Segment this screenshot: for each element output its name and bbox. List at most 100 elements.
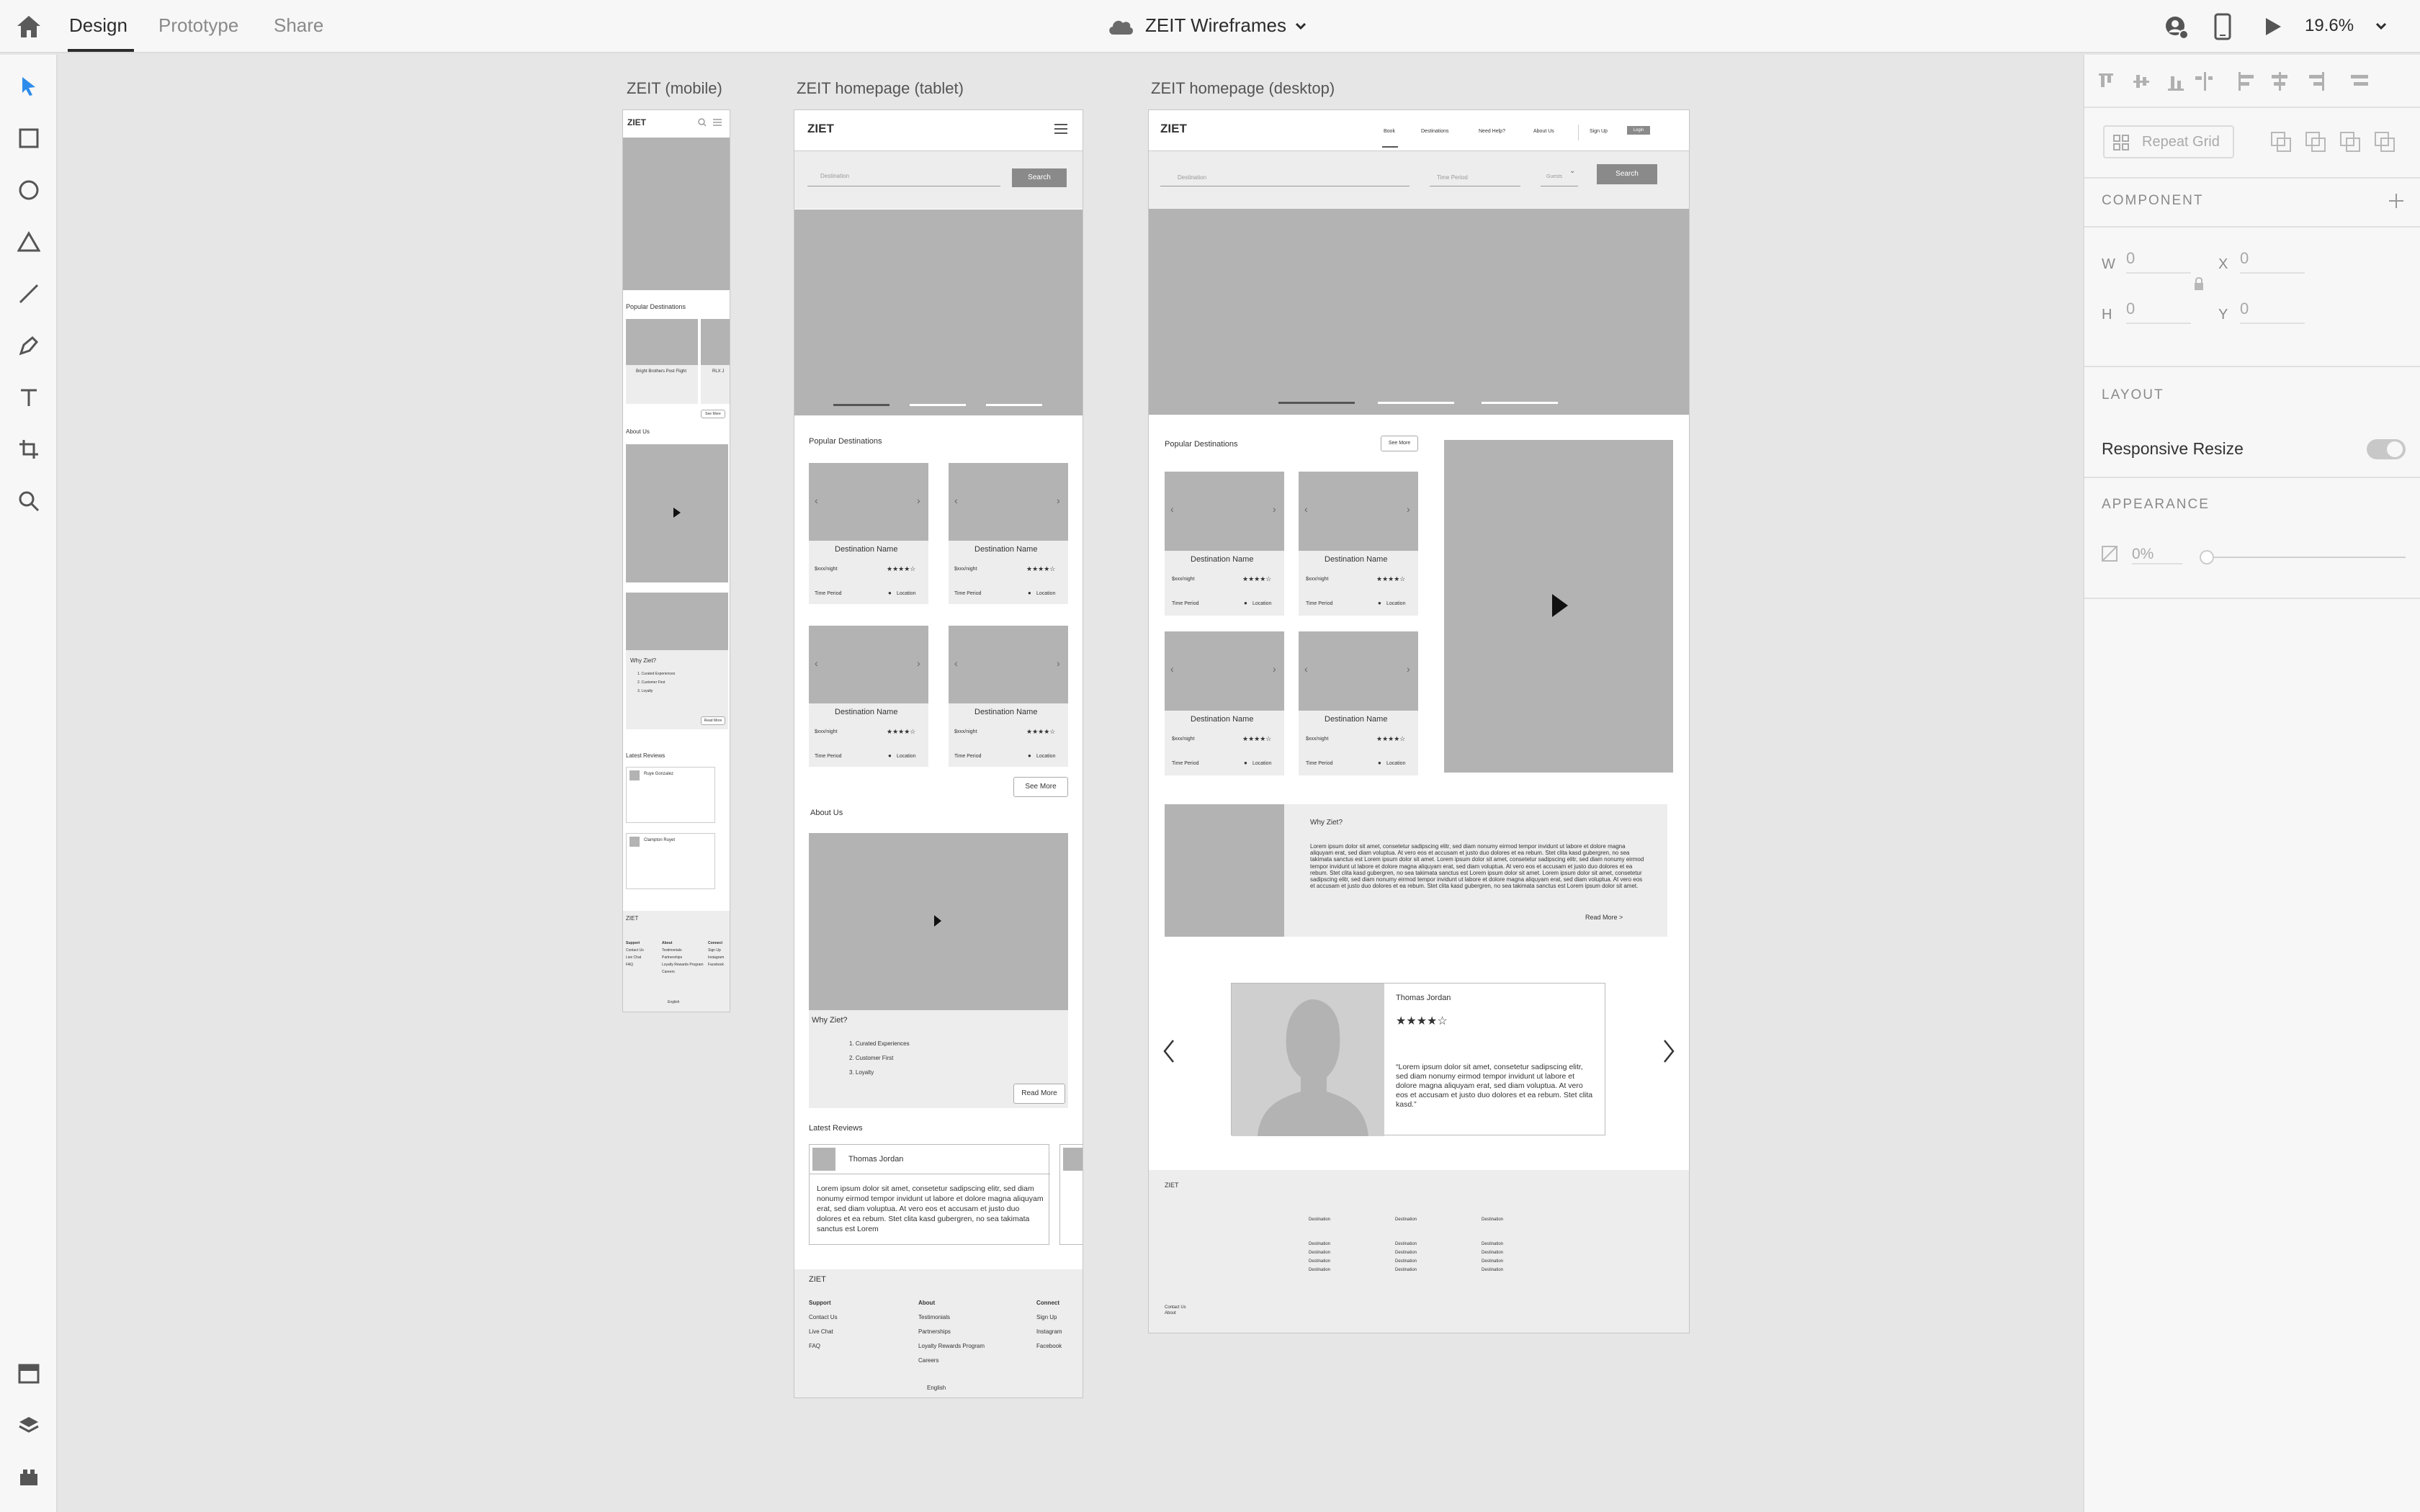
- polygon-icon[interactable]: [14, 228, 43, 256]
- play-icon[interactable]: [2262, 16, 2283, 37]
- see-more-button[interactable]: See More: [1381, 436, 1418, 451]
- mobile-preview-icon[interactable]: [2214, 13, 2231, 40]
- footer-link[interactable]: Facebook: [1036, 1343, 1062, 1349]
- x-field[interactable]: 0: [2240, 249, 2305, 274]
- chevron-down-icon[interactable]: [2374, 19, 2388, 33]
- footer-link[interactable]: Live Chat: [626, 955, 641, 960]
- chevron-left-icon[interactable]: ‹: [1304, 663, 1308, 675]
- opacity-field[interactable]: 0%: [2132, 546, 2182, 564]
- carousel-dot[interactable]: [1378, 402, 1454, 404]
- chevron-left-icon[interactable]: ‹: [815, 657, 818, 669]
- destination-card[interactable]: ‹ › Destination Name $xxx/night ★★★★☆ Ti…: [809, 463, 928, 604]
- artboard-desktop[interactable]: ZIET Book Destinations Need Help? About …: [1148, 109, 1690, 1333]
- footer-link[interactable]: Destination: [1482, 1242, 1503, 1246]
- search-icon[interactable]: [698, 117, 707, 127]
- chevron-left-icon[interactable]: ‹: [1304, 503, 1308, 515]
- read-more-button[interactable]: Read More: [701, 716, 725, 725]
- line-icon[interactable]: [14, 279, 43, 308]
- chevron-right-icon[interactable]: ›: [1273, 503, 1276, 515]
- footer-link[interactable]: Partnerships: [662, 955, 682, 960]
- destination-card[interactable]: ‹ › Destination Name $xxx/night ★★★★☆ Ti…: [949, 626, 1068, 767]
- chevron-left-icon[interactable]: ‹: [954, 495, 958, 506]
- chevron-right-icon[interactable]: ›: [1057, 657, 1060, 669]
- footer-link[interactable]: Testimonials: [662, 948, 682, 953]
- repeat-grid-button[interactable]: Repeat Grid: [2103, 125, 2234, 158]
- footer-link[interactable]: Destination: [1482, 1268, 1503, 1272]
- home-icon[interactable]: [16, 14, 42, 39]
- footer-link[interactable]: Destination: [1395, 1259, 1417, 1264]
- footer-link[interactable]: Loyalty Rewards Program: [918, 1343, 985, 1349]
- menu-icon[interactable]: [1054, 123, 1068, 135]
- opacity-slider-track[interactable]: [2200, 557, 2406, 558]
- user-add-icon[interactable]: [2164, 14, 2190, 40]
- footer-link[interactable]: Destination: [1482, 1259, 1503, 1264]
- y-field[interactable]: 0: [2240, 300, 2305, 324]
- assets-icon[interactable]: [14, 1359, 43, 1388]
- footer-link[interactable]: Careers: [918, 1357, 938, 1364]
- select-icon[interactable]: [14, 72, 43, 101]
- language-link[interactable]: English: [668, 1000, 679, 1004]
- height-field[interactable]: 0: [2126, 300, 2191, 324]
- read-more-link[interactable]: Read More >: [1585, 914, 1623, 921]
- footer-link[interactable]: Instagram: [708, 955, 724, 960]
- footer-link[interactable]: Testimonials: [918, 1314, 950, 1320]
- text-icon[interactable]: [14, 383, 43, 412]
- carousel-dot[interactable]: [986, 404, 1042, 406]
- destination-card[interactable]: RLX J: [701, 319, 730, 404]
- carousel-dot[interactable]: [910, 404, 966, 406]
- footer-link[interactable]: Instagram: [1036, 1328, 1062, 1335]
- chevron-right-icon[interactable]: [1662, 1039, 1676, 1063]
- pen-icon[interactable]: [14, 331, 43, 360]
- ellipse-icon[interactable]: [14, 176, 43, 204]
- artboard-tablet[interactable]: ZIET Destination Search Popular Destinat…: [794, 109, 1083, 1398]
- video-placeholder[interactable]: [626, 444, 728, 582]
- zoom-level[interactable]: 19.6%: [2305, 16, 2354, 36]
- destination-card[interactable]: Bright Brothers Post Flight: [626, 319, 698, 404]
- nav-link[interactable]: About Us: [1533, 129, 1554, 134]
- document-title[interactable]: ZEIT Wireframes: [1145, 14, 1286, 37]
- destination-card[interactable]: ‹ › Destination Name $xxx/night ★★★★☆ Ti…: [949, 463, 1068, 604]
- plugins-icon[interactable]: [14, 1463, 43, 1492]
- artboard-label-tablet[interactable]: ZEIT homepage (tablet): [797, 79, 964, 98]
- menu-icon[interactable]: [712, 117, 722, 126]
- carousel-dot[interactable]: [833, 404, 889, 406]
- footer-link[interactable]: Facebook: [708, 963, 724, 967]
- search-button[interactable]: Search: [1012, 168, 1067, 187]
- artboard-icon[interactable]: [14, 435, 43, 464]
- chevron-down-icon[interactable]: ⌄: [1569, 167, 1575, 175]
- chevron-left-icon[interactable]: ‹: [1170, 663, 1174, 675]
- nav-link[interactable]: Need Help?: [1479, 129, 1505, 134]
- chevron-right-icon[interactable]: ›: [1057, 495, 1060, 506]
- see-more-button[interactable]: See More: [1013, 777, 1068, 797]
- chevron-down-icon[interactable]: [1294, 19, 1308, 33]
- nav-link[interactable]: Book: [1384, 129, 1395, 134]
- destination-card[interactable]: ‹ › Destination Name $xxx/night ★★★★☆ Ti…: [809, 626, 928, 767]
- footer-link[interactable]: Contact Us: [626, 948, 644, 953]
- chevron-left-icon[interactable]: ‹: [954, 657, 958, 669]
- chevron-right-icon[interactable]: ›: [1273, 663, 1276, 675]
- footer-link[interactable]: About: [1165, 1311, 1176, 1315]
- artboard-label-mobile[interactable]: ZEIT (mobile): [627, 79, 722, 98]
- responsive-resize-toggle[interactable]: [2367, 439, 2406, 459]
- nav-link[interactable]: Destinations: [1421, 129, 1449, 134]
- tab-design[interactable]: Design: [69, 14, 127, 37]
- carousel-dot[interactable]: [1278, 402, 1355, 404]
- footer-link[interactable]: Destination: [1309, 1242, 1330, 1246]
- chevron-left-icon[interactable]: ‹: [815, 495, 818, 506]
- destination-card[interactable]: ‹ › Destination Name $xxx/night ★★★★☆ Ti…: [1165, 472, 1284, 616]
- layers-icon[interactable]: [14, 1411, 43, 1440]
- footer-link[interactable]: Sign Up: [708, 948, 721, 953]
- footer-link[interactable]: Destination: [1309, 1268, 1330, 1272]
- read-more-button[interactable]: Read More: [1013, 1084, 1065, 1104]
- chevron-right-icon[interactable]: ›: [1407, 663, 1410, 675]
- chevron-right-icon[interactable]: ›: [917, 495, 920, 506]
- add-component-icon[interactable]: [2387, 192, 2406, 210]
- chevron-left-icon[interactable]: ‹: [1170, 503, 1174, 515]
- footer-link[interactable]: Destination: [1482, 1251, 1503, 1255]
- chevron-right-icon[interactable]: ›: [917, 657, 920, 669]
- signup-link[interactable]: Sign Up: [1590, 129, 1608, 134]
- video-placeholder[interactable]: [809, 833, 1068, 1010]
- footer-link[interactable]: Destination: [1395, 1242, 1417, 1246]
- destination-card[interactable]: ‹ › Destination Name $xxx/night ★★★★☆ Ti…: [1299, 631, 1418, 775]
- footer-link[interactable]: Destination: [1395, 1251, 1417, 1255]
